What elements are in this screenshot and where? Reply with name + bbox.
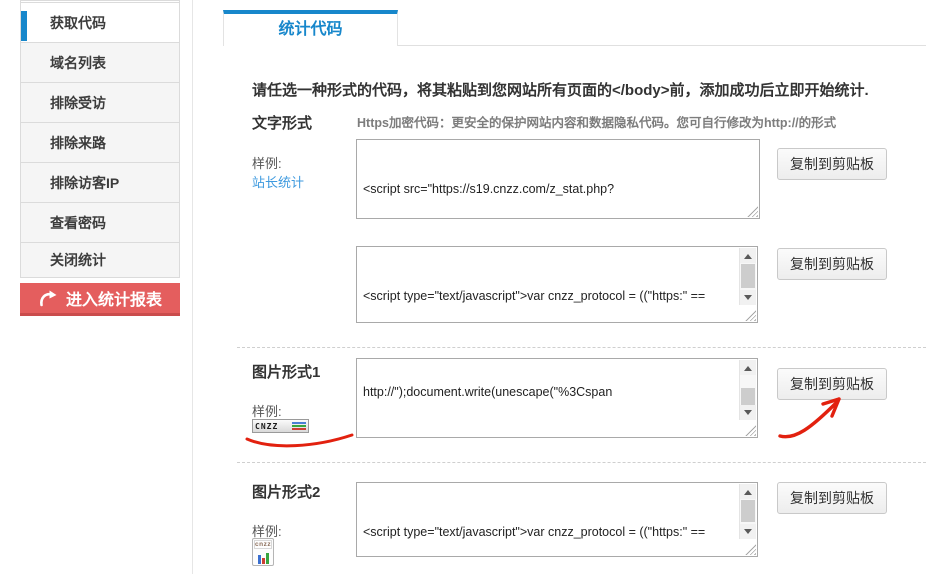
arrow-up-icon <box>744 250 752 259</box>
pic-form1-title: 图片形式1 <box>252 364 321 381</box>
sidebar-item-get-code[interactable]: 获取代码 <box>21 3 179 43</box>
pic-form2-title: 图片形式2 <box>252 484 321 501</box>
sidebar-item-label: 排除访客IP <box>50 175 120 191</box>
red-underline-annotation <box>245 433 354 448</box>
sample-label-1: 样例: <box>252 156 282 171</box>
badge-bars-icon <box>292 422 306 430</box>
content-left-border <box>192 0 193 574</box>
scrollbar-thumb[interactable] <box>741 264 755 288</box>
scroll-up-button[interactable] <box>740 484 756 499</box>
arrow-up-icon <box>744 486 752 495</box>
code-textarea-pic-form1[interactable]: http://");document.write(unescape("%3Csp… <box>356 358 758 438</box>
scroll-up-button[interactable] <box>740 248 756 263</box>
code-content: http://");document.write(unescape("%3Csp… <box>363 385 613 399</box>
https-note: Https加密代码：更安全的保护网站内容和数据隐私代码。您可自行修改为http:… <box>357 116 837 130</box>
sidebar-item-label: 域名列表 <box>50 55 106 71</box>
active-indicator-bar <box>21 11 27 41</box>
vertical-scrollbar[interactable] <box>739 484 756 539</box>
text-form-title: 文字形式 <box>252 115 313 132</box>
tab-stat-code[interactable]: 统计代码 <box>223 10 398 46</box>
copy-button-js-form[interactable]: 复制到剪贴板 <box>777 248 887 280</box>
sidebar-item-label: 排除来路 <box>50 135 106 151</box>
scroll-down-button[interactable] <box>740 405 756 420</box>
code-content: <script src="https://s19.cnzz.com/z_stat… <box>363 182 615 196</box>
resize-grip[interactable] <box>745 544 756 555</box>
arrow-down-icon <box>744 529 752 538</box>
sidebar-item-view-password[interactable]: 查看密码 <box>21 203 179 243</box>
enter-report-button[interactable]: 进入统计报表 <box>20 283 180 316</box>
sidebar: 获取代码 域名列表 排除受访 排除来路 排除访客IP 查看密码 关闭统计 <box>20 0 180 278</box>
scroll-up-button[interactable] <box>740 360 756 375</box>
sidebar-item-domain-list[interactable]: 域名列表 <box>21 43 179 83</box>
badge-bar-chart-icon <box>253 551 273 564</box>
page: 获取代码 域名列表 排除受访 排除来路 排除访客IP 查看密码 关闭统计 进入统… <box>0 0 926 574</box>
cnzz-badge-text: CNZZ <box>255 421 279 431</box>
code-content: <script type="text/javascript">var cnzz_… <box>363 525 706 539</box>
sidebar-item-close-stats[interactable]: 关闭统计 <box>21 243 179 277</box>
webmaster-stats-link[interactable]: 站长统计 <box>252 172 304 191</box>
copy-button-pic-form2[interactable]: 复制到剪贴板 <box>777 482 887 514</box>
arrow-up-icon <box>744 362 752 371</box>
cnzz-badge-text: cnzz <box>254 540 272 549</box>
sample-label-2: 样例: <box>252 404 282 419</box>
code-textarea-js-form[interactable]: <script type="text/javascript">var cnzz_… <box>356 246 758 323</box>
cnzz-badge-vertical: cnzz <box>252 538 274 566</box>
arrow-down-icon <box>744 295 752 304</box>
sidebar-item-label: 获取代码 <box>50 15 106 31</box>
resize-grip[interactable] <box>747 206 758 217</box>
sidebar-item-exclude-visitor-ip[interactable]: 排除访客IP <box>21 163 179 203</box>
tab-label: 统计代码 <box>278 21 343 38</box>
arrow-down-icon <box>744 410 752 419</box>
section-separator <box>237 462 926 463</box>
enter-report-label: 进入统计报表 <box>65 292 162 309</box>
scroll-down-button[interactable] <box>740 524 756 539</box>
section-separator <box>237 347 926 348</box>
scrollbar-thumb[interactable] <box>741 500 755 522</box>
sidebar-item-label: 排除受访 <box>50 95 106 111</box>
code-textarea-text-form[interactable]: <script src="https://s19.cnzz.com/z_stat… <box>356 139 760 219</box>
intro-text: 请任选一种形式的代码，将其粘贴到您网站所有页面的</body>前，添加成功后立即… <box>252 82 869 99</box>
sidebar-item-label: 查看密码 <box>50 215 106 231</box>
code-content: <script type="text/javascript">var cnzz_… <box>363 289 706 303</box>
curved-arrow-icon <box>38 289 58 307</box>
scroll-down-button[interactable] <box>740 290 756 305</box>
copy-button-pic-form1[interactable]: 复制到剪贴板 <box>777 368 887 400</box>
cnzz-badge-horizontal: CNZZ <box>252 419 309 433</box>
vertical-scrollbar[interactable] <box>739 248 756 305</box>
copy-button-text-form[interactable]: 复制到剪贴板 <box>777 148 887 180</box>
vertical-scrollbar[interactable] <box>739 360 756 420</box>
tab-bottom-border <box>398 45 926 46</box>
sidebar-item-label: 关闭统计 <box>50 252 106 268</box>
code-textarea-pic-form2[interactable]: <script type="text/javascript">var cnzz_… <box>356 482 758 557</box>
sidebar-item-exclude-visited[interactable]: 排除受访 <box>21 83 179 123</box>
resize-grip[interactable] <box>745 310 756 321</box>
resize-grip[interactable] <box>745 425 756 436</box>
sidebar-item-exclude-referrer[interactable]: 排除来路 <box>21 123 179 163</box>
